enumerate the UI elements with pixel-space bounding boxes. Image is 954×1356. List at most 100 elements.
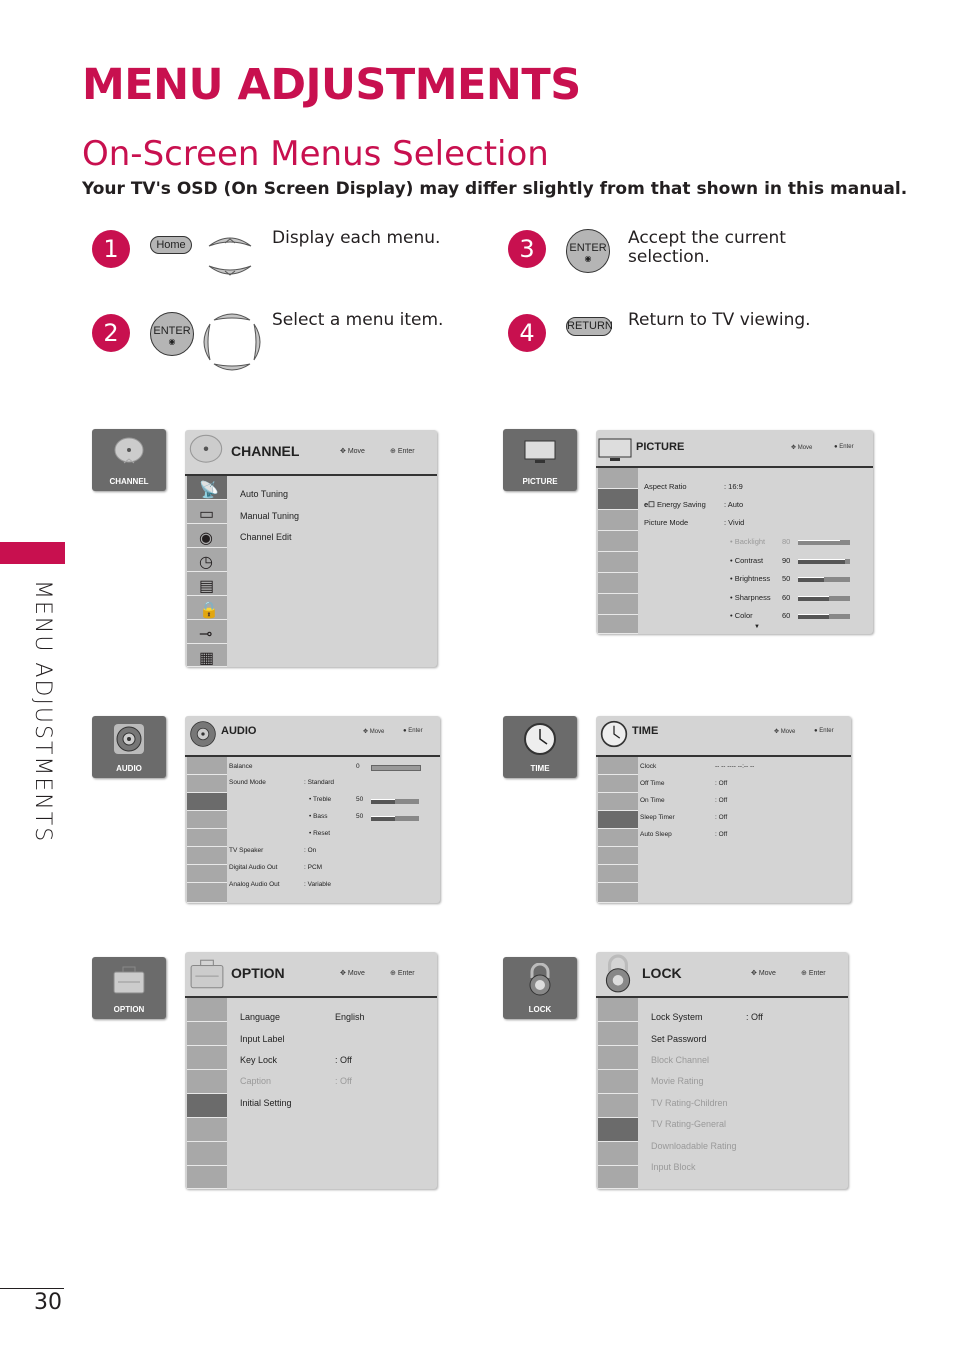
menu-item[interactable]: Balance — [229, 763, 253, 770]
menu-item[interactable]: Language — [240, 1012, 280, 1022]
speaker-icon: ◉ — [199, 530, 213, 547]
category-media[interactable] — [187, 1166, 227, 1189]
menu-item[interactable]: On Time — [640, 797, 665, 804]
category-audio[interactable] — [187, 793, 227, 811]
slider-track[interactable] — [371, 816, 419, 821]
category-audio[interactable]: ◉ — [187, 524, 227, 548]
menu-item[interactable]: Aspect Ratio — [644, 482, 687, 491]
balance-slider[interactable] — [371, 765, 421, 771]
category-time[interactable] — [598, 1070, 638, 1094]
category-lock[interactable] — [598, 573, 638, 594]
category-channel[interactable] — [598, 998, 638, 1022]
category-lock[interactable] — [598, 1118, 638, 1142]
slider-label[interactable]: • Backlight — [730, 537, 765, 546]
category-lock[interactable] — [187, 1118, 227, 1142]
menu-item[interactable]: Clock — [640, 763, 656, 770]
category-option[interactable] — [598, 1094, 638, 1118]
slider-label[interactable]: • Brightness — [730, 574, 770, 583]
menu-item[interactable]: Picture Mode — [644, 518, 688, 527]
menu-item[interactable]: Initial Setting — [240, 1098, 292, 1108]
category-channel[interactable]: 📡 — [187, 476, 227, 500]
category-media[interactable] — [598, 883, 638, 903]
menu-title: LOCK — [642, 965, 682, 981]
slider-label[interactable]: • Treble — [309, 796, 331, 803]
category-picture[interactable] — [598, 1022, 638, 1046]
padlock-icon — [529, 963, 551, 996]
menu-item[interactable]: Digital Audio Out — [229, 864, 277, 871]
category-time[interactable] — [187, 1070, 227, 1094]
menu-item[interactable]: Channel Edit — [240, 532, 292, 542]
category-audio[interactable] — [598, 793, 638, 811]
scroll-down-indicator[interactable]: ▼ — [754, 624, 760, 630]
menu-title: TIME — [632, 725, 659, 737]
category-picture[interactable] — [187, 775, 227, 793]
slider-label[interactable]: • Color — [730, 611, 753, 620]
category-input[interactable] — [598, 865, 638, 883]
menu-item[interactable]: • Reset — [309, 830, 330, 837]
menu-item[interactable]: Manual Tuning — [240, 511, 299, 521]
category-input[interactable] — [187, 1142, 227, 1166]
category-time[interactable] — [598, 531, 638, 552]
menu-item[interactable]: Analog Audio Out — [229, 881, 280, 888]
menu-item[interactable]: Sound Mode — [229, 779, 266, 786]
category-media[interactable]: ▦ — [187, 644, 227, 667]
category-time[interactable]: ◷ — [187, 548, 227, 572]
slider-fill — [798, 558, 845, 564]
category-input[interactable] — [598, 1142, 638, 1166]
category-audio[interactable] — [598, 510, 638, 531]
category-channel[interactable] — [598, 757, 638, 775]
menu-item[interactable]: Lock System — [651, 1012, 703, 1022]
slider-label[interactable]: • Bass — [309, 813, 328, 820]
slider-track[interactable] — [798, 577, 850, 582]
category-lock[interactable] — [598, 847, 638, 865]
category-time[interactable] — [598, 811, 638, 829]
category-channel[interactable] — [187, 998, 227, 1022]
category-audio[interactable] — [187, 1046, 227, 1070]
menu-item[interactable]: Auto Sleep — [640, 831, 672, 838]
slider-label[interactable]: • Contrast — [730, 556, 763, 565]
category-picture[interactable] — [187, 1022, 227, 1046]
slider-track[interactable] — [798, 614, 850, 619]
category-option[interactable] — [598, 829, 638, 847]
category-lock[interactable]: 🔒 — [187, 596, 227, 620]
menu-item[interactable]: Auto Tuning — [240, 489, 288, 499]
category-media[interactable] — [598, 1166, 638, 1189]
category-option[interactable] — [187, 1094, 227, 1118]
category-option[interactable] — [187, 829, 227, 847]
category-media[interactable] — [598, 615, 638, 634]
menu-item[interactable]: Set Password — [651, 1034, 707, 1044]
tv-icon — [524, 440, 556, 463]
category-channel[interactable] — [598, 468, 638, 489]
slider-label[interactable]: • Sharpness — [730, 593, 771, 602]
slider-track[interactable] — [798, 558, 850, 564]
slider-track[interactable] — [798, 540, 850, 545]
category-input[interactable] — [598, 594, 638, 615]
category-input[interactable] — [187, 865, 227, 883]
menu-item[interactable]: TV Speaker — [229, 847, 263, 854]
category-picture[interactable]: ▭ — [187, 500, 227, 524]
category-picture[interactable] — [598, 489, 638, 510]
menu-item-disabled: Block Channel — [651, 1055, 710, 1065]
slider-track[interactable] — [371, 799, 419, 804]
category-option[interactable] — [598, 552, 638, 573]
category-media[interactable] — [187, 883, 227, 903]
category-input[interactable]: ⊸ — [187, 620, 227, 644]
category-channel[interactable] — [187, 757, 227, 775]
picture-tile: PICTURE — [503, 429, 577, 491]
category-audio[interactable] — [598, 1046, 638, 1070]
menu-item[interactable]: Off Time — [640, 780, 664, 787]
category-picture[interactable] — [598, 775, 638, 793]
menu-item[interactable]: Sleep Timer — [640, 814, 675, 821]
slider-track[interactable] — [798, 595, 850, 601]
menu-title: PICTURE — [636, 441, 685, 453]
option-tile: OPTION — [92, 957, 166, 1019]
category-time[interactable] — [187, 811, 227, 829]
menu-item[interactable]: Key Lock — [240, 1055, 277, 1065]
menu-item-value: : Off — [715, 814, 728, 821]
menu-item[interactable]: Input Label — [240, 1034, 285, 1044]
menu-item[interactable]: e☐ Energy Saving — [644, 500, 706, 509]
category-option[interactable]: ▤ — [187, 572, 227, 596]
enter-button-label: ENTER — [569, 242, 607, 254]
category-lock[interactable] — [187, 847, 227, 865]
menu-item-value: : Off — [715, 780, 728, 787]
